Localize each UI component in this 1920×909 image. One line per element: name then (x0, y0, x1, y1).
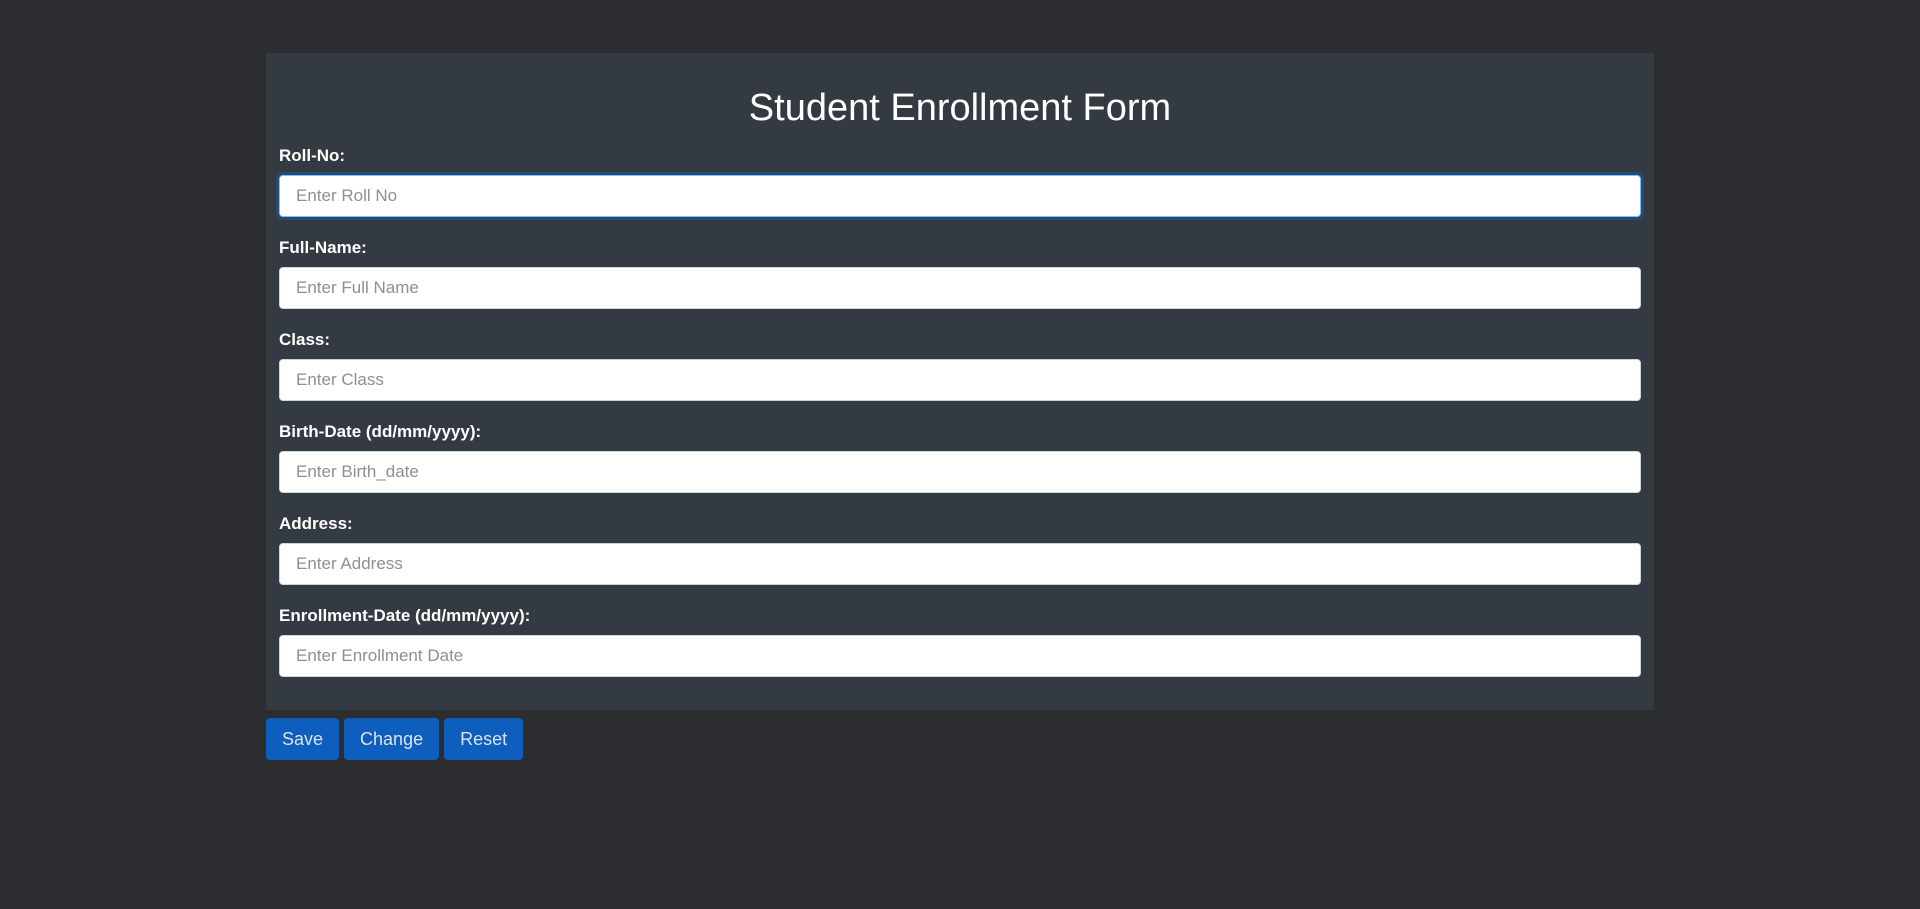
roll-no-label: Roll-No: (279, 146, 346, 165)
full-name-label: Full-Name: (279, 238, 367, 257)
class-input[interactable] (279, 359, 1641, 401)
roll-no-group: Roll-No: (279, 145, 1641, 217)
form-actions: Save Change Reset (266, 718, 524, 760)
save-button[interactable]: Save (266, 718, 340, 760)
birth-date-input[interactable] (279, 451, 1641, 493)
class-label: Class: (279, 330, 331, 349)
enrollment-date-label: Enrollment-Date (dd/mm/yyyy): (279, 606, 531, 625)
reset-button[interactable]: Reset (444, 718, 524, 760)
class-group: Class: (279, 329, 1641, 401)
birth-date-label: Birth-Date (dd/mm/yyyy): (279, 422, 482, 441)
change-button[interactable]: Change (344, 718, 440, 760)
address-group: Address: (279, 513, 1641, 585)
address-input[interactable] (279, 543, 1641, 585)
full-name-input[interactable] (279, 267, 1641, 309)
birth-date-group: Birth-Date (dd/mm/yyyy): (279, 421, 1641, 493)
enrollment-date-input[interactable] (279, 635, 1641, 677)
address-label: Address: (279, 514, 353, 533)
enrollment-form-panel: Student Enrollment Form Roll-No: Full-Na… (266, 53, 1654, 710)
enrollment-date-group: Enrollment-Date (dd/mm/yyyy): (279, 605, 1641, 677)
roll-no-input[interactable] (279, 175, 1641, 217)
full-name-group: Full-Name: (279, 237, 1641, 309)
form-title: Student Enrollment Form (748, 87, 1172, 129)
